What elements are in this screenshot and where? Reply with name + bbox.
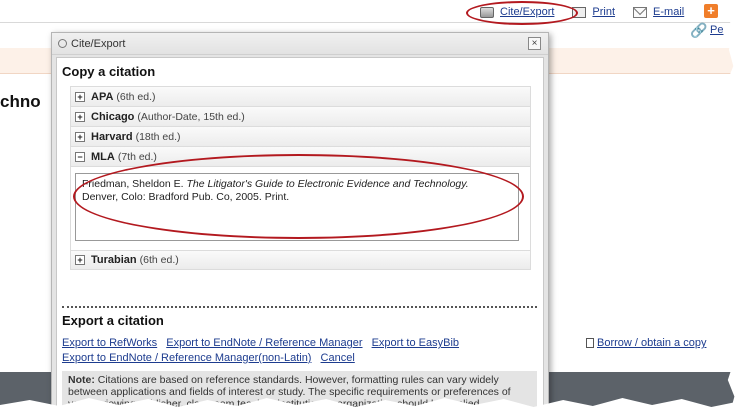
export-endnote-nonlatin-link[interactable]: Export to EndNote / Reference Manager(no… <box>62 352 311 364</box>
style-edition: (Author-Date, 15th ed.) <box>137 110 245 123</box>
export-easybib-link[interactable]: Export to EasyBib <box>372 337 459 349</box>
document-icon <box>586 338 594 348</box>
dialog-title: Cite/Export <box>71 37 126 50</box>
dialog-close-button[interactable]: × <box>528 37 541 50</box>
expand-icon: + <box>75 131 85 142</box>
style-turabian[interactable]: + Turabian (6th ed.) <box>70 250 531 270</box>
record-title-fragment: chno <box>0 92 41 111</box>
email-link[interactable]: E-mail <box>633 6 684 18</box>
collapse-icon: − <box>75 151 85 162</box>
expand-icon: + <box>75 255 85 265</box>
style-edition: (6th ed.) <box>116 90 156 103</box>
style-name: MLA <box>91 150 115 163</box>
dialog-titlebar[interactable]: Cite/Export <box>52 33 548 55</box>
citation-style-accordion: + APA (6th ed.) + Chicago (Author-Date, … <box>70 86 531 270</box>
expand-icon: + <box>75 111 85 122</box>
style-name: Harvard <box>91 130 133 143</box>
borrow-link[interactable]: Borrow / obtain a copy <box>586 337 706 349</box>
dialog-body: Copy a citation + APA (6th ed.) + Chicag… <box>56 57 544 413</box>
style-name: APA <box>91 90 114 103</box>
print-label: Print <box>592 6 616 18</box>
citation-title: The Litigator's Guide to Electronic Evid… <box>186 178 469 190</box>
style-edition: (7th ed.) <box>117 150 157 163</box>
note-label: Note: <box>68 374 95 386</box>
mla-citation-text[interactable]: Friedman, Sheldon E. The Litigator's Gui… <box>75 173 519 241</box>
expand-icon: + <box>75 91 85 102</box>
email-label: E-mail <box>653 6 685 18</box>
export-endnote-link[interactable]: Export to EndNote / Reference Manager <box>166 337 362 349</box>
style-edition: (18th ed.) <box>135 130 181 143</box>
style-chicago[interactable]: + Chicago (Author-Date, 15th ed.) <box>70 106 531 126</box>
cite-export-dialog: Cite/Export × Copy a citation + APA (6th… <box>51 32 549 413</box>
section-divider <box>62 306 537 308</box>
header-band-right <box>545 48 741 74</box>
print-link[interactable]: Print <box>572 6 615 18</box>
top-divider <box>0 22 741 23</box>
envelope-icon <box>633 6 648 18</box>
chain-link-icon: 🔗 <box>690 22 708 38</box>
style-name: Chicago <box>91 110 135 123</box>
borrow-label: Borrow / obtain a copy <box>597 337 707 349</box>
style-apa[interactable]: + APA (6th ed.) <box>70 86 531 106</box>
style-name: Turabian <box>91 254 137 266</box>
copy-citation-heading: Copy a citation <box>62 64 156 79</box>
dialog-gear-icon <box>58 39 67 48</box>
style-harvard[interactable]: + Harvard (18th ed.) <box>70 126 531 146</box>
header-band-left <box>0 48 52 74</box>
permalink-link[interactable]: Pe <box>710 24 723 36</box>
export-refworks-link[interactable]: Export to RefWorks <box>62 337 157 349</box>
cancel-link[interactable]: Cancel <box>321 352 355 364</box>
mla-panel: Friedman, Sheldon E. The Litigator's Gui… <box>70 154 531 250</box>
citation-publication: Denver, Colo: Bradford Pub. Co, 2005. Pr… <box>82 191 290 203</box>
cite-export-annotation-oval <box>466 1 578 25</box>
add-plus-icon[interactable]: + <box>704 4 718 18</box>
citation-author: Friedman, Sheldon E. <box>82 178 184 190</box>
export-citation-heading: Export a citation <box>62 313 164 328</box>
style-edition: (6th ed.) <box>139 254 179 266</box>
style-mla[interactable]: − MLA (7th ed.) <box>70 146 531 166</box>
export-links: Export to RefWorks Export to EndNote / R… <box>62 336 532 366</box>
